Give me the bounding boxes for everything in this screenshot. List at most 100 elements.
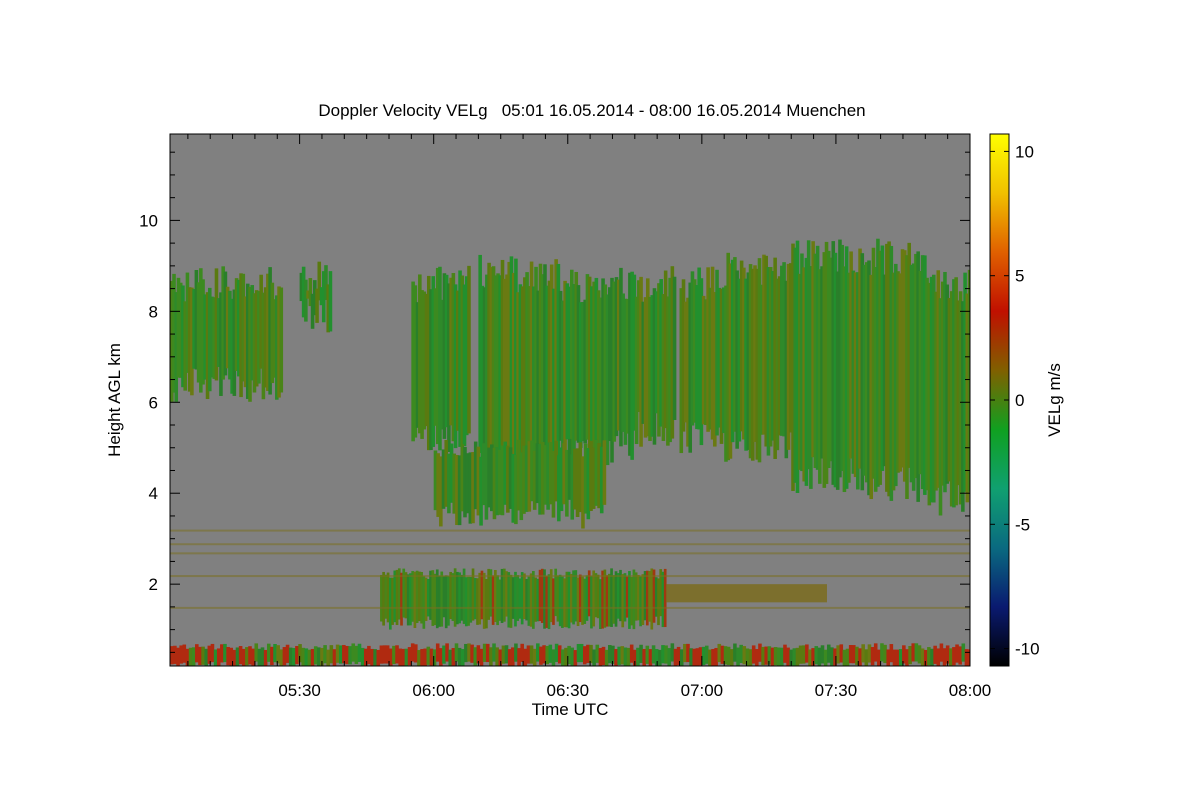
surface-echo-cell [836,645,840,664]
surface-echo-cell [332,649,337,666]
x-tick-label: 07:00 [681,681,724,700]
surface-echo-cell [579,643,584,663]
surface-echo-cell [520,643,524,662]
plot-area [170,134,970,666]
surface-echo-cell [514,643,518,662]
surface-echo-cell [429,648,434,666]
surface-echo-cell [338,645,343,664]
surface-echo-cell [939,643,944,662]
surface-echo-cell [861,644,865,663]
surface-echo-cell [651,645,656,664]
surface-echo-cell [645,645,650,664]
surface-echo-cell [388,648,393,666]
surface-echo-cell [717,643,722,663]
surface-echo-cell [460,649,465,666]
surface-echo-cell [867,644,872,663]
clutter-line [170,552,970,555]
surface-echo-cell [335,644,340,663]
surface-echo-cell [958,646,962,665]
surface-echo-cell [733,643,737,662]
colorbar-tick-label: 5 [1015,267,1024,286]
surface-echo-cell [536,643,540,662]
surface-echo-cell [783,644,787,663]
surface-echo-cell [801,645,806,664]
surface-echo-cell [883,644,887,664]
y-tick-label: 8 [149,302,158,321]
surface-echo-cell [880,643,884,662]
surface-echo-cell [266,643,271,662]
surface-echo-cell [307,649,312,666]
surface-echo-cell [601,646,606,666]
x-tick-label: 06:00 [412,681,455,700]
surface-echo-cell [617,646,621,665]
surface-echo-cell [886,649,890,666]
surface-echo-cell [404,648,409,666]
surface-echo-cell [439,648,443,666]
surface-echo-cell [873,643,878,662]
surface-echo-cell [914,643,919,662]
surface-echo-cell [720,645,725,664]
surface-echo-cell [263,649,268,666]
surface-echo-cell [257,648,262,666]
surface-echo-cell [551,649,556,666]
surface-echo-cell [942,648,947,666]
cloud-echo-cell [304,279,308,322]
surface-echo-cell [852,645,856,664]
surface-echo-cell [523,648,528,666]
surface-echo-cell [392,645,396,665]
surface-echo-cell [285,644,290,663]
surface-echo-cell [489,647,493,666]
surface-echo-cell [464,643,468,663]
surface-echo-cell [570,647,575,666]
surface-echo-cell [714,647,718,666]
surface-echo-cell [592,649,596,666]
surface-echo-cell [776,647,781,666]
surface-echo-cell [927,647,931,666]
surface-echo-cell [548,644,553,663]
surface-echo-cell [639,644,643,663]
surface-echo-cell [595,644,600,663]
surface-echo-cell [830,647,834,666]
surface-echo-cell [623,647,628,666]
surface-echo-cell [373,649,377,666]
surface-echo-cell [629,644,634,663]
surface-echo-cell [545,645,549,665]
y-tick-label: 6 [149,393,158,412]
surface-echo-cell [348,646,352,665]
x-tick-label: 08:00 [949,681,992,700]
surface-echo-cell [748,649,753,666]
surface-echo-cell [945,645,950,664]
colorbar-tick-label: -5 [1015,515,1030,534]
surface-echo-cell [260,647,265,666]
surface-echo-cell [795,647,800,666]
surface-echo-cell [542,645,546,664]
surface-echo-cell [292,648,296,666]
surface-echo-cell [933,645,937,664]
surface-echo-cell [526,645,531,664]
cloud-echo-cell [666,584,827,603]
surface-echo-cell [382,645,387,664]
surface-echo-cell [226,646,230,666]
surface-echo-cell [952,647,956,666]
cloud-echo-cell [602,440,607,505]
clutter-line [170,543,970,546]
surface-echo-cell [758,643,762,662]
surface-echo-cell [395,645,399,664]
surface-echo-cell [317,647,321,666]
surface-echo-cell [179,645,183,664]
surface-echo-cell [692,648,697,666]
surface-echo-cell [936,648,941,666]
y-tick-label: 4 [149,484,158,503]
surface-echo-cell [598,648,603,666]
surface-echo-cell [661,645,665,664]
surface-echo-cell [479,648,484,666]
surface-echo-cell [820,645,825,664]
x-tick-label: 07:30 [815,681,858,700]
surface-echo-cell [773,647,778,666]
surface-echo-cell [845,648,850,666]
surface-echo-cell [454,643,459,662]
surface-echo-cell [435,643,440,662]
surface-echo-cell [648,649,653,666]
surface-echo-cell [839,644,844,663]
x-axis-label: Time UTC [532,700,609,719]
